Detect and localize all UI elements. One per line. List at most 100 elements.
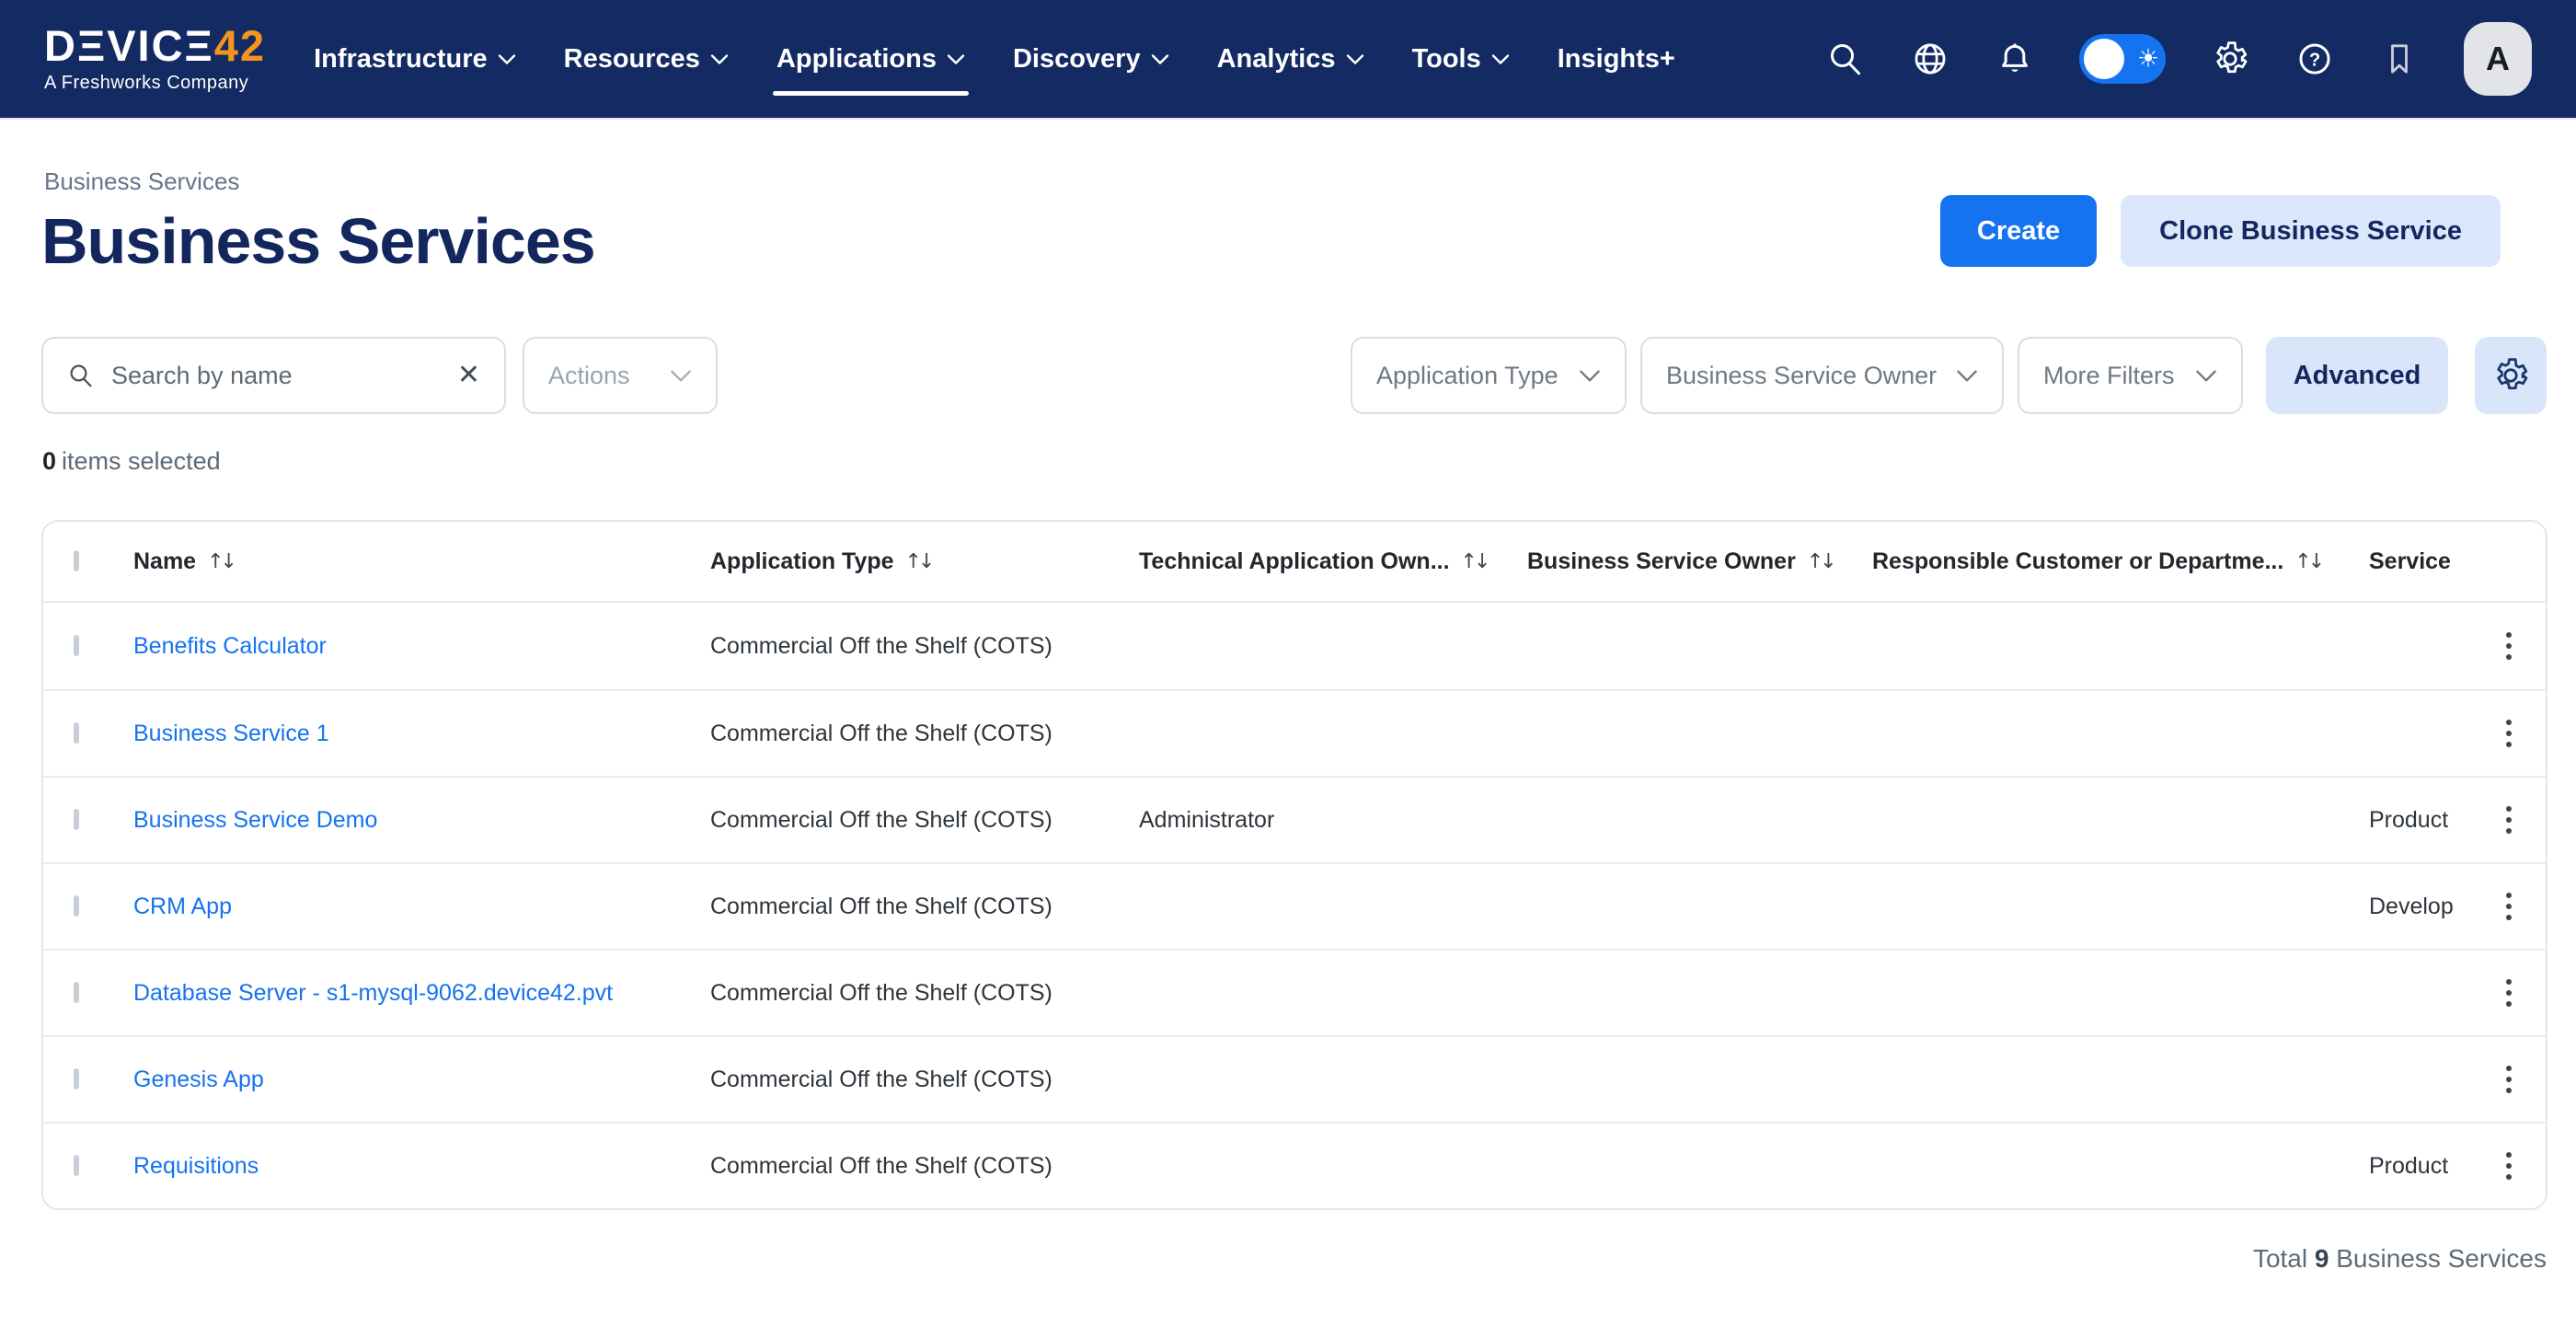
sort-icon[interactable]: ↑↓ [207,550,234,573]
column-header-responsible-customer-or-departme[interactable]: Responsible Customer or Departme... ↑↓ [1872,548,2369,575]
nav-item-discovery[interactable]: Discovery [1013,0,1169,118]
total-count: 9 [2315,1244,2329,1273]
row-checkbox-cell [43,985,133,1001]
sort-icon[interactable]: ↑↓ [2294,550,2321,573]
sort-icon[interactable]: ↑↓ [1807,550,1834,573]
nav-item-label: Resources [564,44,700,75]
main-nav: Infrastructure Resources Applications Disco… [314,0,1675,118]
cell-application-type: Commercial Off the Shelf (COTS) [710,807,1139,834]
column-header-label: Responsible Customer or Departme... [1872,548,2283,575]
column-header-technical-application-own[interactable]: Technical Application Own...↑↓ [1139,548,1527,575]
sort-icon[interactable]: ↑↓ [905,550,932,573]
business-service-owner-filter[interactable]: Business Service Owner [1640,337,2004,414]
nav-item-resources[interactable]: Resources [564,0,729,118]
page-actions: Create Clone Business Service [1940,195,2501,267]
select-all-checkbox[interactable] [74,550,79,571]
settings-gear-icon[interactable] [2210,39,2250,79]
chevron-down-icon [498,53,516,65]
cell-name: Requisitions [133,1153,710,1180]
notifications-bell-icon[interactable] [1995,39,2035,79]
row-checkbox[interactable] [74,1068,79,1090]
cell-name: CRM App [133,894,710,920]
cell-technical-application-owner: Administrator [1139,807,1527,834]
sun-icon: ☀ [2137,47,2159,72]
bookmark-icon[interactable] [2379,39,2420,79]
column-header-application-type[interactable]: Application Type↑↓ [710,548,1139,575]
application-type-filter[interactable]: Application Type [1351,337,1627,414]
selection-count: 0items selected [42,447,221,476]
chevron-down-icon [1579,369,1601,383]
row-actions-cell [2472,714,2546,753]
column-header-name[interactable]: Name↑↓ [133,548,710,575]
nav-item-insights[interactable]: Insights+ [1558,0,1675,118]
nav-item-tools[interactable]: Tools [1412,0,1510,118]
chevron-down-icon [1491,53,1510,65]
business-service-link[interactable]: Database Server - s1-mysql-9062.device42… [133,980,613,1006]
row-checkbox[interactable] [74,895,79,917]
cell-application-type: Commercial Off the Shelf (COTS) [710,1067,1139,1093]
row-checkbox[interactable] [74,635,79,656]
row-actions-cell [2472,974,2546,1012]
globe-icon[interactable] [1910,39,1950,79]
nav-item-infrastructure[interactable]: Infrastructure [314,0,516,118]
business-service-link[interactable]: Business Service Demo [133,807,377,833]
search-input[interactable] [111,362,441,390]
row-checkbox-cell [43,1158,133,1174]
cell-service: Product [2369,807,2472,834]
business-service-link[interactable]: Business Service 1 [133,721,329,746]
chevron-down-icon [2195,369,2217,383]
selection-count-label: items selected [62,447,221,475]
business-service-link[interactable]: Requisitions [133,1153,259,1179]
sort-icon[interactable]: ↑↓ [1461,550,1488,573]
search-icon[interactable] [1825,39,1866,79]
row-actions-kebab-icon[interactable] [2489,1147,2529,1185]
row-actions-kebab-icon[interactable] [2489,887,2529,926]
help-icon[interactable]: ? [2294,39,2335,79]
table-body: Benefits Calculator Commercial Off the Sh… [43,603,2546,1208]
row-checkbox[interactable] [74,722,79,744]
advanced-button[interactable]: Advanced [2266,337,2448,414]
row-checkbox[interactable] [74,982,79,1003]
breadcrumb[interactable]: Business Services [44,167,239,196]
column-header-label: Business Service Owner [1527,548,1796,575]
business-services-table: Name↑↓Application Type↑↓Technical Applic… [41,520,2547,1210]
logo-accent-42: 42 [214,21,266,70]
nav-item-applications[interactable]: Applications [776,0,965,118]
row-actions-kebab-icon[interactable] [2489,627,2529,665]
row-actions-cell [2472,801,2546,839]
svg-text:?: ? [2309,50,2320,70]
row-actions-kebab-icon[interactable] [2489,974,2529,1012]
business-service-owner-filter-label: Business Service Owner [1666,362,1937,390]
row-actions-kebab-icon[interactable] [2489,1060,2529,1099]
row-checkbox[interactable] [74,809,79,830]
row-actions-cell [2472,887,2546,926]
row-checkbox-cell [43,898,133,915]
business-service-link[interactable]: Benefits Calculator [133,633,327,659]
table-settings-button[interactable] [2475,337,2547,414]
search-box: ✕ [41,337,506,414]
toggle-knob [2084,39,2124,79]
theme-toggle[interactable]: ☀ [2079,34,2166,84]
user-avatar[interactable]: A [2464,22,2532,96]
clear-search-icon[interactable]: ✕ [457,362,480,389]
nav-item-label: Discovery [1013,44,1141,75]
business-service-link[interactable]: Genesis App [133,1067,264,1092]
more-filters-dropdown[interactable]: More Filters [2018,337,2243,414]
nav-item-analytics[interactable]: Analytics [1217,0,1364,118]
actions-dropdown[interactable]: Actions [523,337,718,414]
column-header-label: Service [2369,548,2451,575]
create-button[interactable]: Create [1940,195,2097,267]
column-header-business-service-owner[interactable]: Business Service Owner ↑↓ [1527,548,1872,575]
nav-item-label: Analytics [1217,44,1336,75]
search-input-icon [67,362,95,389]
row-actions-kebab-icon[interactable] [2489,714,2529,753]
column-header-service: Service [2369,548,2472,575]
business-service-link[interactable]: CRM App [133,894,232,919]
top-navbar: DΞVICΞ42 A Freshworks Company Infrastruc… [0,0,2576,118]
cell-name: Business Service 1 [133,721,710,747]
row-actions-kebab-icon[interactable] [2489,801,2529,839]
header-checkbox-cell [43,553,133,570]
row-checkbox[interactable] [74,1155,79,1176]
device42-logo[interactable]: DΞVICΞ42 A Freshworks Company [44,24,266,94]
clone-business-service-button[interactable]: Clone Business Service [2121,195,2501,267]
